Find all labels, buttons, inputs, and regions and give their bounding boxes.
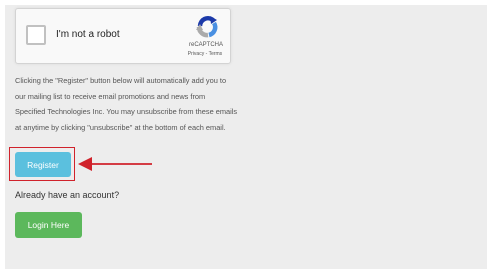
recaptcha-logo-icon [196, 16, 218, 38]
recaptcha-widget: I'm not a robot reCAPTCHA Privacy - Term… [15, 8, 231, 64]
already-have-account-text: Already have an account? [15, 190, 120, 200]
mailing-list-notice: Clicking the "Register" button below wil… [15, 73, 285, 135]
recaptcha-checkbox[interactable] [26, 25, 46, 45]
arrow-left-icon [78, 157, 152, 171]
recaptcha-links: Privacy - Terms [178, 51, 232, 57]
notice-line: at anytime by clicking "unsubscribe" at … [15, 122, 226, 132]
recaptcha-label: I'm not a robot [56, 29, 120, 40]
notice-line: Clicking the "Register" button below wil… [15, 76, 227, 85]
recaptcha-brand: reCAPTCHA [188, 42, 223, 48]
terms-link[interactable]: Terms [209, 51, 223, 57]
login-button[interactable]: Login Here [15, 212, 82, 238]
register-button[interactable]: Register [15, 152, 71, 177]
privacy-link[interactable]: Privacy [188, 51, 204, 57]
notice-line: Specified Technologies Inc. You may unsu… [15, 107, 238, 116]
notice-line: our mailing list to receive email promot… [15, 91, 206, 101]
